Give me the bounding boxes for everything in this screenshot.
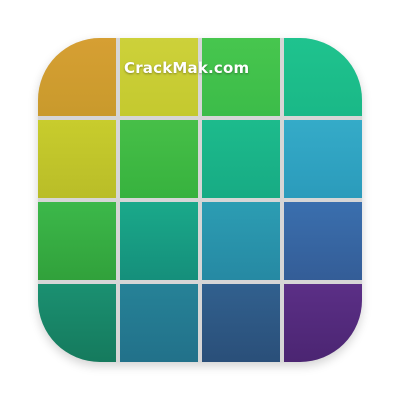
tile-4-3	[202, 284, 280, 362]
watermark-text: CrackMak.com	[124, 59, 250, 77]
tile-1-2	[120, 38, 198, 116]
tile-3-2	[120, 202, 198, 280]
tile-2-3	[202, 120, 280, 198]
tile-3-1	[38, 202, 116, 280]
tile-1-3	[202, 38, 280, 116]
tile-4-2	[120, 284, 198, 362]
tile-1-4	[284, 38, 362, 116]
color-grid-app-icon	[38, 38, 362, 362]
tile-1-1	[38, 38, 116, 116]
tile-2-2	[120, 120, 198, 198]
tile-2-1	[38, 120, 116, 198]
tile-3-3	[202, 202, 280, 280]
color-tile-grid	[38, 38, 362, 362]
app-icon-stage: CrackMak.com	[0, 0, 400, 400]
tile-2-4	[284, 120, 362, 198]
tile-4-1	[38, 284, 116, 362]
tile-4-4	[284, 284, 362, 362]
tile-3-4	[284, 202, 362, 280]
